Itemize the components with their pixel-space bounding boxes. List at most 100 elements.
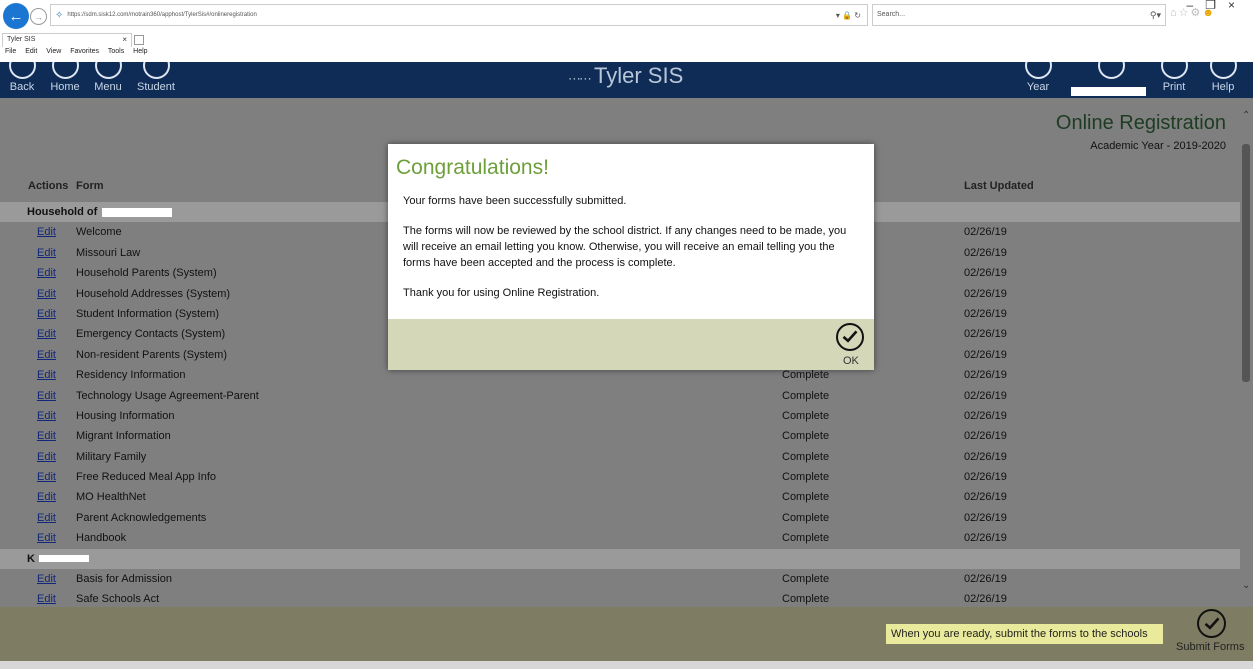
menu-view[interactable]: View: [46, 48, 61, 55]
edit-link[interactable]: Edit: [37, 471, 56, 483]
close-tab-icon[interactable]: ×: [122, 35, 127, 44]
year-button[interactable]: Year: [1016, 62, 1060, 98]
form-name: Free Reduced Meal App Info: [76, 471, 217, 484]
lock-refresh-icon[interactable]: ▾ 🔒 ↻: [836, 11, 861, 20]
student-button[interactable]: Student: [131, 62, 181, 98]
table-row: Edit Technology Usage Agreement-Parent Com…: [0, 386, 1240, 406]
checkmark-circle-icon[interactable]: [1197, 609, 1226, 638]
submit-hint: When you are ready, submit the forms to …: [886, 624, 1163, 644]
chevron-down-icon[interactable]: ⌄: [1242, 580, 1250, 591]
table-row: Edit Migrant Information Complete 02/26/19: [0, 426, 1240, 446]
app-header: Back Home Menu Student ⋯⋯ Tyler SIS Year …: [0, 62, 1253, 98]
user-button[interactable]: [1089, 62, 1133, 98]
restore-icon[interactable]: ❐: [1205, 0, 1228, 12]
form-name: Missouri Law: [76, 246, 141, 259]
calendar-icon: [1025, 62, 1052, 79]
edit-link[interactable]: Edit: [37, 267, 56, 279]
form-date: 02/26/19: [964, 307, 1007, 320]
home-icon[interactable]: ⌂: [1170, 7, 1179, 19]
edit-link[interactable]: Edit: [37, 532, 56, 544]
menu-tools[interactable]: Tools: [108, 48, 124, 55]
chevron-up-icon[interactable]: ⌃: [1242, 110, 1250, 121]
form-date: 02/26/19: [964, 267, 1007, 280]
table-row: Edit Military Family Complete 02/26/19: [0, 447, 1240, 467]
form-name: Welcome: [76, 226, 122, 239]
window-controls: –❐×: [1187, 0, 1247, 12]
scrollbar-thumb[interactable]: [1242, 144, 1250, 382]
close-window-icon[interactable]: ×: [1228, 0, 1247, 12]
form-name: Household Addresses (System): [76, 287, 231, 300]
edit-link[interactable]: Edit: [37, 491, 56, 503]
browser-forward-button[interactable]: →: [30, 8, 47, 25]
submit-check-glyph: [1204, 616, 1219, 630]
browser-tab[interactable]: Tyler SIS ×: [2, 33, 132, 47]
edit-link[interactable]: Edit: [37, 410, 56, 422]
print-button[interactable]: Print: [1152, 62, 1196, 98]
footer-bar: When you are ready, submit the forms to …: [0, 607, 1253, 661]
new-tab-button[interactable]: [134, 35, 144, 45]
edit-link[interactable]: Edit: [37, 369, 56, 381]
table-row: Edit Handbook Complete 02/26/19: [0, 528, 1240, 548]
browser-search-input[interactable]: Search... ⚲▾: [872, 4, 1166, 26]
edit-link[interactable]: Edit: [37, 390, 56, 402]
address-bar[interactable]: ✧ https://sdm.sisk12.com/motrain360/apph…: [50, 4, 868, 26]
menu-favorites[interactable]: Favorites: [70, 48, 99, 55]
form-status: Complete: [782, 389, 830, 402]
table-row: Edit Housing Information Complete 02/26/19: [0, 406, 1240, 426]
menu-button[interactable]: Menu: [86, 62, 130, 98]
search-icon[interactable]: ⚲▾: [1150, 10, 1161, 21]
back-arrow-icon: [9, 62, 36, 79]
form-date: 02/26/19: [964, 532, 1007, 545]
dialog-paragraph: The forms will now be reviewed by the sc…: [403, 225, 847, 269]
print-label: Print: [1162, 81, 1186, 93]
edit-link[interactable]: Edit: [37, 349, 56, 361]
form-status: Complete: [782, 532, 830, 545]
form-status: Complete: [782, 573, 830, 586]
form-status: Complete: [782, 369, 830, 382]
minimize-icon[interactable]: –: [1187, 0, 1206, 12]
menu-help[interactable]: Help: [133, 48, 147, 55]
menu-bar: File Edit View Favorites Tools Help: [0, 48, 155, 61]
hamburger-icon: [95, 62, 122, 79]
home-button[interactable]: Home: [43, 62, 87, 98]
house-icon: [52, 62, 79, 79]
ok-checkmark-icon[interactable]: [836, 323, 864, 351]
edit-link[interactable]: Edit: [37, 430, 56, 442]
table-row: Edit Free Reduced Meal App Info Complete 02…: [0, 467, 1240, 487]
menu-file[interactable]: File: [5, 48, 16, 55]
help-label: Help: [1211, 81, 1235, 93]
form-status: Complete: [782, 471, 830, 484]
form-status: Complete: [782, 430, 830, 443]
browser-back-button[interactable]: ←: [3, 3, 29, 29]
form-name: Safe Schools Act: [76, 593, 160, 606]
arrow-left-icon: ←: [8, 7, 24, 25]
academic-year: Academic Year - 2019-2020: [1090, 140, 1226, 152]
form-status: Complete: [782, 491, 830, 504]
edit-link[interactable]: Edit: [37, 247, 56, 259]
form-date: 02/26/19: [964, 593, 1007, 606]
form-status: Complete: [782, 511, 830, 524]
help-button[interactable]: Help: [1201, 62, 1245, 98]
edit-link[interactable]: Edit: [37, 226, 56, 238]
submit-forms-label[interactable]: Submit Forms: [1176, 641, 1244, 653]
edit-link[interactable]: Edit: [37, 451, 56, 463]
back-button[interactable]: Back: [0, 62, 44, 98]
year-label: Year: [1026, 81, 1050, 93]
edit-link[interactable]: Edit: [37, 308, 56, 320]
edit-link[interactable]: Edit: [37, 328, 56, 340]
edit-link[interactable]: Edit: [37, 573, 56, 585]
menu-label: Menu: [94, 81, 122, 93]
edit-link[interactable]: Edit: [37, 512, 56, 524]
ok-button-label[interactable]: OK: [843, 355, 859, 367]
form-date: 02/26/19: [964, 511, 1007, 524]
form-name: Military Family: [76, 450, 147, 463]
page-scrollbar[interactable]: ⌃ ⌄: [1240, 98, 1253, 607]
menu-edit[interactable]: Edit: [25, 48, 37, 55]
browser-chrome: ← → ✧ https://sdm.sisk12.com/motrain360/…: [0, 0, 1253, 62]
edit-link[interactable]: Edit: [37, 288, 56, 300]
dialog-body: Your forms have been successfully submit…: [403, 193, 863, 315]
form-name: Technology Usage Agreement-Parent: [76, 389, 259, 402]
form-status: Complete: [782, 450, 830, 463]
table-row: Edit Basis for Admission Complete 02/26/19: [0, 569, 1240, 589]
edit-link[interactable]: Edit: [37, 593, 56, 605]
